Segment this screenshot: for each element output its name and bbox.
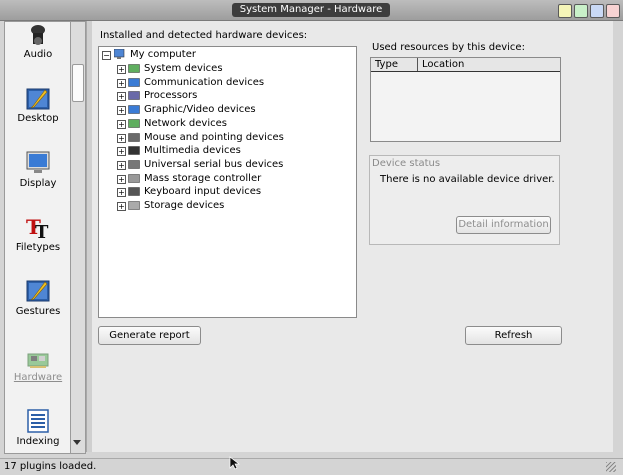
- sidebar-item-label: Desktop: [17, 113, 59, 124]
- tree-item-label: Keyboard input devices: [144, 186, 262, 198]
- sidebar-item-indexing[interactable]: Indexing: [5, 404, 71, 450]
- indexing-icon: [27, 409, 49, 433]
- mouse-icon: [128, 132, 140, 142]
- device-tree[interactable]: − My computer + System devices + Communicat…: [98, 46, 357, 318]
- tree-item[interactable]: + Graphic/Video devices: [117, 103, 352, 117]
- installed-devices-label: Installed and detected hardware devices:: [100, 30, 308, 41]
- tree-item-label: Network devices: [144, 117, 227, 129]
- storage-icon: [128, 201, 140, 210]
- column-header-location[interactable]: Location: [418, 58, 559, 71]
- tree-item[interactable]: + Mass storage controller: [117, 172, 352, 186]
- device-status-message: There is no available device driver.: [380, 174, 555, 185]
- expand-icon[interactable]: +: [117, 119, 126, 129]
- sidebar-item-gestures[interactable]: Gestures: [5, 274, 71, 324]
- tree-item-label: Processors: [144, 90, 198, 102]
- tree-item[interactable]: + Keyboard input devices: [117, 185, 352, 199]
- desktop-icon: [26, 88, 50, 110]
- sidebar-item-filetypes[interactable]: T T Filetypes: [5, 210, 71, 260]
- tree-item[interactable]: + Universal serial bus devices: [117, 158, 352, 172]
- sidebar-item-hardware[interactable]: Hardware: [5, 340, 71, 384]
- expand-icon[interactable]: +: [117, 133, 126, 143]
- expand-icon[interactable]: +: [117, 65, 126, 74]
- multimedia-icon: [128, 146, 140, 155]
- maximize-window-button[interactable]: [590, 4, 604, 18]
- sidebar-item-label: Indexing: [16, 436, 60, 447]
- mass-storage-icon: [128, 173, 140, 183]
- expand-icon[interactable]: +: [117, 174, 126, 184]
- status-bar-text: 17 plugins loaded.: [4, 461, 97, 472]
- sidebar-item-display[interactable]: Display: [5, 146, 71, 196]
- sidebar-item-label: Hardware: [13, 372, 63, 383]
- window-title: System Manager - Hardware: [232, 3, 390, 17]
- svg-text:T: T: [35, 222, 49, 240]
- sidebar-item-label: Gestures: [15, 306, 61, 317]
- expand-icon[interactable]: +: [117, 78, 126, 88]
- tree-item-label: Mass storage controller: [144, 172, 262, 184]
- collapse-icon[interactable]: −: [102, 51, 111, 60]
- used-resources-label: Used resources by this device:: [372, 42, 525, 53]
- gestures-icon: [26, 280, 50, 302]
- tree-item[interactable]: + Processors: [117, 89, 352, 103]
- generate-report-button[interactable]: Generate report: [98, 326, 201, 345]
- speaker-icon: [31, 25, 45, 45]
- resources-table-header: Type Location: [371, 58, 560, 72]
- tree-item-label: Universal serial bus devices: [144, 158, 284, 170]
- tree-item-label: Communication devices: [144, 76, 265, 88]
- device-status-title: Device status: [372, 158, 441, 169]
- resize-grip[interactable]: [606, 462, 616, 472]
- tree-item-label: Multimedia devices: [144, 145, 241, 157]
- close-window-button[interactable]: [606, 4, 620, 18]
- tree-item[interactable]: + Storage devices: [117, 199, 352, 213]
- expand-icon[interactable]: +: [117, 160, 126, 170]
- expand-icon[interactable]: +: [117, 92, 126, 102]
- sidebar-scrollbar-thumb[interactable]: [72, 64, 84, 102]
- column-header-type[interactable]: Type: [371, 58, 418, 71]
- tree-item-label: Graphic/Video devices: [144, 104, 256, 116]
- expand-icon[interactable]: +: [117, 147, 126, 157]
- refresh-button[interactable]: Refresh: [465, 326, 562, 345]
- keyboard-icon: [128, 187, 140, 197]
- processor-icon: [128, 91, 140, 101]
- graphics-card-icon: [128, 105, 140, 114]
- tree-item[interactable]: + System devices: [117, 62, 352, 76]
- minimize-window-button[interactable]: [574, 4, 588, 18]
- expand-icon[interactable]: +: [117, 106, 126, 116]
- mouse-cursor-icon: [229, 456, 241, 470]
- network-card-icon: [128, 119, 140, 128]
- plugin-sidebar[interactable]: Audio Desktop Display T T Filetypes Gest…: [4, 21, 72, 454]
- sidebar-item-desktop[interactable]: Desktop: [5, 82, 71, 132]
- shade-window-button[interactable]: [558, 4, 572, 18]
- monitor-icon: [26, 151, 50, 173]
- sidebar-item-label: Audio: [23, 49, 53, 60]
- sidebar-item-label: Filetypes: [15, 242, 61, 253]
- usb-icon: [128, 160, 140, 169]
- system-devices-icon: [128, 64, 140, 73]
- detail-information-button[interactable]: Detail information: [456, 216, 551, 234]
- expand-icon[interactable]: +: [117, 202, 126, 211]
- sidebar-item-audio[interactable]: Audio: [5, 22, 71, 72]
- expand-icon[interactable]: +: [117, 188, 126, 198]
- communication-icon: [128, 77, 140, 87]
- tree-item-label: Storage devices: [144, 200, 225, 211]
- computer-icon: [114, 49, 125, 59]
- tree-item[interactable]: + Multimedia devices: [117, 144, 352, 158]
- tree-root[interactable]: − My computer: [102, 48, 352, 62]
- tree-item-label: Mouse and pointing devices: [144, 131, 284, 143]
- scroll-down-arrow-icon[interactable]: [73, 440, 81, 445]
- sidebar-item-label: Display: [19, 178, 57, 189]
- tree-item[interactable]: + Mouse and pointing devices: [117, 131, 352, 145]
- tree-root-label: My computer: [130, 49, 196, 60]
- hardware-card-icon: [27, 353, 49, 368]
- tree-item[interactable]: + Communication devices: [117, 76, 352, 90]
- tree-item[interactable]: + Network devices: [117, 117, 352, 131]
- filetypes-icon: T T: [26, 215, 49, 240]
- tree-item-label: System devices: [144, 63, 223, 74]
